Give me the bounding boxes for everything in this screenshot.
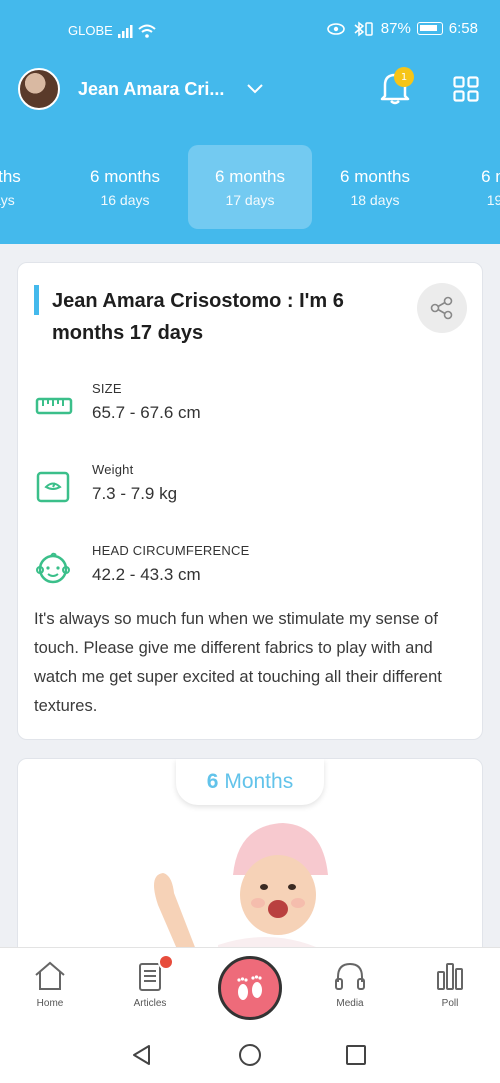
home-icon <box>35 961 65 990</box>
carrier-label: GLOBE <box>68 23 113 38</box>
title-accent-bar <box>34 285 39 315</box>
nav-label: Media <box>336 998 364 1009</box>
age-tab-days: days <box>0 192 15 208</box>
clock: 6:58 <box>448 20 478 37</box>
battery-icon <box>416 22 443 35</box>
age-tab-months: 6 months <box>340 167 410 186</box>
stat-label: SIZE <box>92 381 122 396</box>
avatar <box>18 68 60 110</box>
months-pill: 6 Months <box>176 759 324 805</box>
recents-icon[interactable] <box>344 1043 368 1067</box>
stat-weight: Weight 7.3 - 7.9 kg <box>34 462 454 512</box>
stat-head-circumference: HEAD CIRCUMFERENCE 42.2 - 43.3 cm <box>34 543 454 593</box>
chevron-down-icon <box>247 84 264 94</box>
stat-size: SIZE 65.7 - 67.6 cm <box>34 381 454 431</box>
age-tab[interactable]: 6 months 16 days <box>63 145 187 229</box>
nav-label: Home <box>36 998 64 1009</box>
profile-selector[interactable]: Jean Amara Cri... <box>18 67 264 111</box>
grid-menu-icon[interactable] <box>453 76 479 102</box>
months-number: 6 <box>206 770 219 793</box>
nav-poll[interactable]: Poll <box>410 960 490 1009</box>
bottom-nav: Home Articles Media Poll <box>0 947 500 1027</box>
app-header: GLOBE 87% 6:58 Jean Amara Cri... 1 ths y… <box>0 0 500 244</box>
age-tab[interactable]: onths days <box>0 145 62 229</box>
age-tab-months: onths <box>0 167 21 186</box>
status-right: 87% 6:58 <box>326 20 478 37</box>
scale-icon <box>36 471 70 503</box>
stat-label: Weight <box>92 462 134 477</box>
battery-percent: 87% <box>380 20 411 37</box>
milestone-description: It's always so much fun when we stimulat… <box>34 610 442 715</box>
baby-face-icon <box>36 552 70 584</box>
poll-icon <box>437 963 463 990</box>
notification-badge: 1 <box>394 67 414 87</box>
share-icon <box>430 296 453 320</box>
stat-value: 42.2 - 43.3 cm <box>92 565 201 584</box>
share-button[interactable] <box>417 283 467 333</box>
card-title: Jean Amara Crisostomo : I'm 6 months 17 … <box>52 290 344 344</box>
footprints-button[interactable] <box>218 956 282 1020</box>
nav-home[interactable]: Home <box>10 960 90 1009</box>
articles-notification-dot <box>158 954 174 970</box>
age-tab-months: 6 mo <box>481 167 500 186</box>
footprints-icon <box>237 975 262 1000</box>
nav-media[interactable]: Media <box>310 960 390 1009</box>
stat-value: 7.3 - 7.9 kg <box>92 484 178 503</box>
nav-label: Articles <box>133 998 167 1009</box>
age-tab-days: 19 c <box>486 192 500 208</box>
age-tabs: onths days 6 months 16 days 6 months 17 … <box>0 145 500 229</box>
system-nav-bar <box>0 1027 500 1083</box>
age-tab-days: 16 days <box>100 192 150 208</box>
headphones-icon <box>335 962 365 990</box>
nav-articles[interactable]: Articles <box>110 954 190 1009</box>
age-tab-days: 18 days <box>350 192 400 208</box>
bluetooth-vibrate-icon <box>354 21 373 36</box>
profile-name: Jean Amara Cri... <box>78 78 225 99</box>
age-tab[interactable]: 6 mo 19 c <box>438 145 500 229</box>
age-tab-days: 17 days <box>225 192 275 208</box>
age-tab[interactable]: 6 months 18 days <box>313 145 437 229</box>
stat-value: 65.7 - 67.6 cm <box>92 403 201 422</box>
nav-label: Poll <box>441 998 459 1009</box>
age-tab-months: 6 months <box>90 167 160 186</box>
status-bar: GLOBE 87% 6:58 <box>0 0 500 62</box>
eye-icon <box>326 22 345 35</box>
ruler-icon <box>35 397 73 415</box>
growth-info-card: Jean Amara Crisostomo : I'm 6 months 17 … <box>17 262 483 740</box>
back-icon[interactable] <box>130 1043 154 1067</box>
age-tab-active[interactable]: 6 months 17 days <box>188 145 312 229</box>
signal-wifi-icon <box>118 24 156 38</box>
stat-label: HEAD CIRCUMFERENCE <box>92 543 250 558</box>
home-circle-icon[interactable] <box>238 1043 262 1067</box>
months-unit: Months <box>224 770 294 793</box>
age-tab-months: 6 months <box>215 167 285 186</box>
